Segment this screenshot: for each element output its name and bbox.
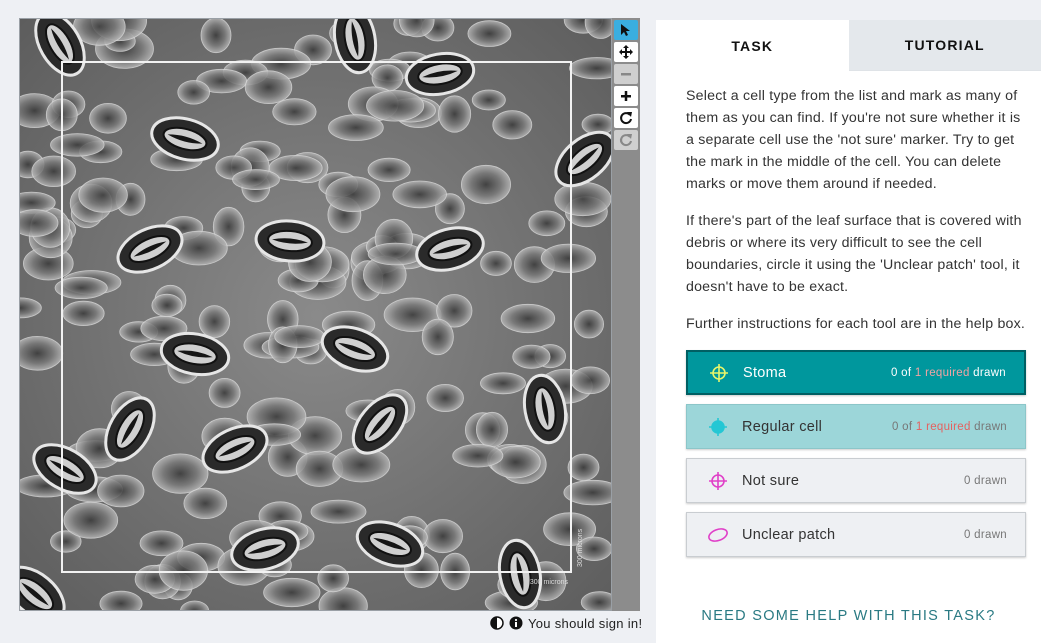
tool-regular-cell-label: Regular cell [742,418,823,435]
tool-not-sure-label: Not sure [742,472,800,489]
tab-tutorial[interactable]: TUTORIAL [848,20,1041,71]
tool-unclear-patch-label: Unclear patch [742,526,836,543]
crosshair-icon [708,362,730,384]
ellipse-icon [707,524,729,546]
pointer-tool-button[interactable] [614,20,638,40]
zoom-in-icon [621,91,631,101]
tool-choices: Stoma 0 of 1 required drawn Regular cell… [686,350,1026,557]
zoom-out-button[interactable] [614,64,638,84]
tool-stoma-count: 0 of 1 required drawn [890,366,1006,379]
tool-regular-cell[interactable]: Regular cell 0 of 1 required drawn [686,404,1026,449]
tool-unclear-patch-count: 0 drawn [963,528,1007,541]
leaf-microscope-image[interactable]: 300 microns 300 microns [20,19,612,611]
tool-regular-cell-count: 0 of 1 required drawn [891,420,1007,433]
tool-not-sure[interactable]: Not sure 0 drawn [686,458,1026,503]
tool-stoma-label: Stoma [743,364,787,381]
pointer-icon [621,24,630,36]
scale-label-side: 300 microns [577,528,584,567]
instructions-paragraph-1: Select a cell type from the list and mar… [686,88,1021,192]
instructions-paragraph-2: If there's part of the leaf surface that… [686,213,1022,295]
tool-stoma[interactable]: Stoma 0 of 1 required drawn [686,350,1026,395]
task-body: Select a cell type from the list and mar… [656,71,1041,643]
help-link[interactable]: NEED SOME HELP WITH THIS TASK? [656,608,1041,624]
crosshair-icon [707,470,729,492]
viewer-toolbar [612,18,640,611]
signin-text[interactable]: You should sign in! [528,616,642,631]
crosshair-icon [707,416,729,438]
move-icon [619,45,633,59]
tool-not-sure-count: 0 drawn [963,474,1007,487]
move-tool-button[interactable] [614,42,638,62]
contrast-icon[interactable] [490,616,504,630]
reset-icon [619,134,632,147]
panel-tabs: TASK TUTORIAL [656,20,1041,71]
zoom-out-icon [621,73,631,76]
scale-label-bottom: 300 microns [530,579,569,586]
task-panel: TASK TUTORIAL Select a cell type from th… [656,20,1041,643]
info-icon[interactable] [509,616,523,630]
tool-unclear-patch[interactable]: Unclear patch 0 drawn [686,512,1026,557]
leaf-image-viewer[interactable]: 300 microns 300 microns [19,18,612,611]
signin-notice: You should sign in! [490,614,642,632]
rotate-icon [620,112,632,125]
zoom-in-button[interactable] [614,86,638,106]
tab-task[interactable]: TASK [656,20,849,71]
reset-button[interactable] [614,130,638,150]
rotate-button[interactable] [614,108,638,128]
instructions-paragraph-3: Further instructions for each tool are i… [686,316,1026,332]
